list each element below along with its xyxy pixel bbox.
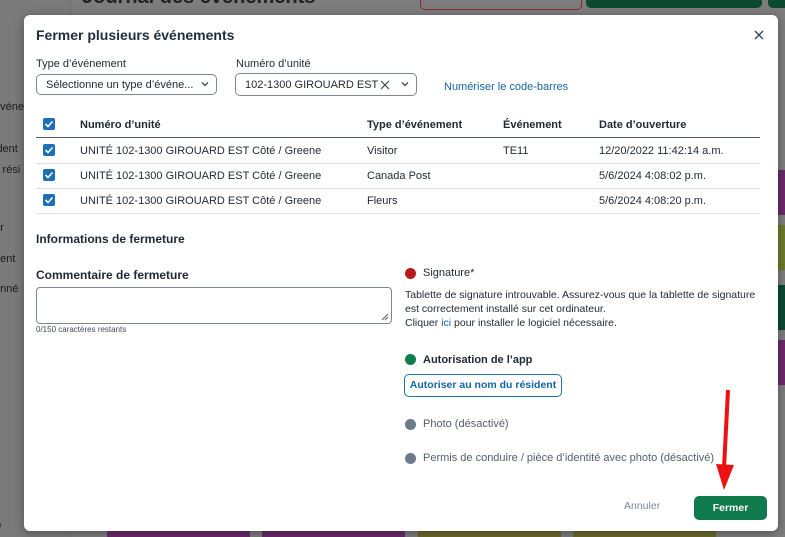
resize-handle-icon[interactable] (381, 313, 389, 321)
background-block (107, 531, 250, 537)
chevron-down-icon (401, 82, 409, 87)
comment-textarea[interactable] (36, 287, 392, 324)
row-event: TE11 (503, 145, 529, 157)
background-block (262, 531, 405, 537)
authorize-resident-button[interactable]: Autoriser au nom du résident (404, 374, 562, 397)
sidebar-fragment: er (0, 222, 4, 234)
sidebar-fragment: événe (0, 101, 24, 113)
signature-message-line1: Tablette de signature introuvable. Assur… (405, 289, 756, 315)
sidebar-fragment: té (0, 520, 2, 530)
select-all-checkbox[interactable] (43, 118, 55, 130)
row-type: Fleurs (367, 195, 398, 207)
row-date: 5/6/2024 4:08:20 p.m. (599, 195, 707, 207)
column-header-unit[interactable]: Numéro d’unité (80, 119, 161, 131)
row-date: 5/6/2024 4:08:02 p.m. (599, 170, 707, 182)
column-header-type[interactable]: Type d’événement (367, 119, 462, 131)
row-date: 12/20/2022 11:42:14 a.m. (599, 145, 724, 157)
closing-info-title: Informations de fermeture (36, 232, 185, 246)
background-block (573, 531, 716, 537)
background-block (778, 340, 785, 385)
background-block (418, 531, 561, 537)
sidebar-fragment: s rési (0, 164, 21, 176)
clear-icon[interactable] (380, 80, 390, 90)
row-unit: UNITÉ 102-1300 GIROUARD EST Côté / Green… (80, 145, 322, 157)
license-status-icon (405, 453, 416, 464)
chevron-down-icon (201, 82, 209, 87)
table-row[interactable]: UNITÉ 102-1300 GIROUARD EST Côté / Green… (36, 138, 760, 164)
sidebar-fragment: ident (0, 143, 18, 155)
event-type-select[interactable]: Sélectionne un type d’événe... (36, 74, 217, 95)
event-type-label: Type d’événement (36, 58, 126, 70)
license-label: Permis de conduire / pièce d’identité av… (423, 452, 715, 464)
background-button (586, 0, 762, 8)
row-type: Canada Post (367, 170, 431, 182)
signature-message-suffix: pour installer le logiciel nécessaire. (451, 317, 617, 329)
table-header-row: Numéro d’unité Type d’événement Événemen… (36, 112, 760, 138)
signature-message-prefix: Cliquer (405, 317, 442, 329)
app-auth-label: Autorisation de l’app (423, 354, 533, 366)
column-header-event[interactable]: Événement (503, 119, 562, 131)
signature-message: Tablette de signature introuvable. Assur… (405, 288, 765, 330)
comment-label: Commentaire de fermeture (36, 268, 189, 282)
close-button[interactable]: Fermer (694, 496, 767, 520)
close-events-dialog: Fermer plusieurs événements Type d’événe… (24, 15, 778, 531)
signature-label: Signature* (423, 267, 475, 279)
background-block (778, 285, 785, 330)
sidebar-fragment: onné (0, 283, 19, 295)
scan-barcode-link[interactable]: Numériser le code-barres (444, 81, 568, 93)
column-header-date[interactable]: Date d’ouverture (599, 119, 686, 131)
photo-status-icon (405, 419, 416, 430)
row-checkbox[interactable] (43, 144, 55, 156)
row-checkbox[interactable] (43, 194, 55, 206)
background-button (420, 0, 582, 10)
unit-number-value: 102-1300 GIROUARD EST (245, 79, 379, 91)
comment-counter: 0/150 caractères restants (36, 325, 127, 334)
background-block (778, 225, 785, 270)
cancel-button[interactable]: Annuler (624, 500, 660, 512)
red-arrow-annotation (716, 389, 734, 490)
row-checkbox[interactable] (43, 169, 55, 181)
sidebar-fragment: dent (0, 253, 16, 265)
app-auth-status-icon (405, 354, 416, 365)
unit-number-select[interactable]: 102-1300 GIROUARD EST (235, 73, 417, 96)
background-page-title: Journal des événements (82, 0, 315, 9)
table-row[interactable]: UNITÉ 102-1300 GIROUARD EST Côté / Green… (36, 163, 760, 189)
table-row[interactable]: UNITÉ 102-1300 GIROUARD EST Côté / Green… (36, 188, 760, 214)
close-icon[interactable] (752, 28, 766, 42)
unit-number-label: Numéro d’unité (236, 58, 311, 70)
row-type: Visitor (367, 145, 398, 157)
photo-label: Photo (désactivé) (423, 418, 509, 430)
dialog-title: Fermer plusieurs événements (36, 27, 235, 43)
background-button (768, 0, 785, 8)
background-block (778, 170, 785, 215)
row-unit: UNITÉ 102-1300 GIROUARD EST Côté / Green… (80, 195, 322, 207)
signature-status-icon (405, 268, 416, 279)
install-software-link[interactable]: ici (441, 317, 451, 329)
event-type-value: Sélectionne un type d’événe... (46, 79, 194, 91)
row-unit: UNITÉ 102-1300 GIROUARD EST Côté / Green… (80, 170, 322, 182)
